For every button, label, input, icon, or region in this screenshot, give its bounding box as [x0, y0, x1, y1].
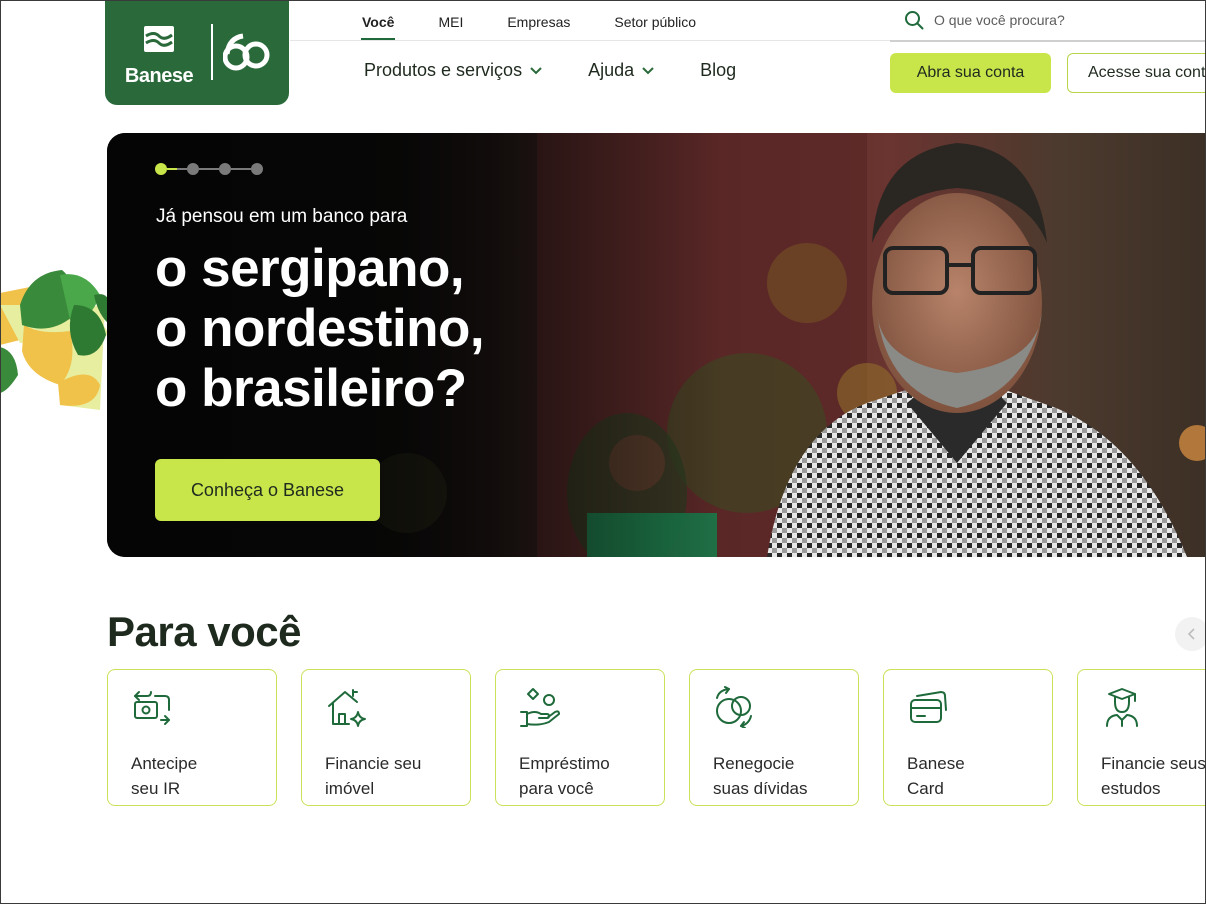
segment-voce[interactable]: Você: [340, 0, 416, 40]
hero-title: o sergipano, o nordestino, o brasileiro?: [155, 239, 485, 419]
hero-subtitle: Já pensou em um banco para: [156, 206, 408, 227]
main-nav: Produtos e serviços Ajuda Blog: [364, 60, 782, 81]
chevron-down-icon: [530, 66, 542, 74]
segment-nav: Você MEI Empresas Setor público: [340, 0, 718, 40]
card-label-line: Antecipe: [131, 754, 198, 773]
slide-connector: [199, 168, 219, 170]
segment-setor-publico[interactable]: Setor público: [592, 0, 718, 40]
card-label: Financie seu imóvel: [325, 751, 470, 801]
search-input[interactable]: O que você procura?: [890, 0, 1206, 42]
card-label-line: Banese: [907, 754, 965, 773]
chevron-down-icon: [642, 66, 654, 74]
nav-ajuda[interactable]: Ajuda: [588, 60, 654, 81]
credit-card-icon: [910, 691, 947, 723]
open-account-button[interactable]: Abra sua conta: [890, 53, 1051, 93]
card-label: Banese Card: [907, 751, 1052, 801]
card-label-line: Financie seu: [325, 754, 422, 773]
logo-divider: [211, 24, 213, 80]
card-label-line: Empréstimo: [519, 754, 610, 773]
card-label: Antecipe seu IR: [131, 751, 276, 801]
money-exchange-icon: [134, 691, 170, 725]
search-placeholder: O que você procura?: [934, 12, 1065, 28]
nav-ajuda-label: Ajuda: [588, 60, 635, 80]
banese-wave-icon: [144, 26, 174, 52]
coins-cycle-icon: [716, 686, 752, 729]
hero-title-line: o brasileiro?: [155, 359, 467, 418]
card-financie-estudos[interactable]: Financie seus estudos: [1077, 669, 1206, 806]
slide-indicator: [155, 163, 263, 175]
segment-empresas[interactable]: Empresas: [485, 0, 592, 40]
logo-brand: Banese: [123, 24, 195, 88]
search-icon: [905, 11, 924, 30]
banese-logo[interactable]: Banese: [105, 0, 289, 105]
card-label-line: para você: [519, 779, 594, 798]
slide-connector: [231, 168, 251, 170]
chevron-left-icon: [1187, 628, 1195, 640]
hero-title-line: o nordestino,: [155, 299, 485, 358]
card-emprestimo[interactable]: Empréstimo para você: [495, 669, 665, 806]
card-label-line: Renegocie: [713, 754, 795, 773]
decorative-leaves: [0, 270, 110, 410]
card-label: Renegocie suas dívidas: [713, 751, 858, 801]
card-antecipe-ir[interactable]: Antecipe seu IR: [107, 669, 277, 806]
card-label-line: seu IR: [131, 779, 181, 798]
card-label-line: Financie seus: [1101, 754, 1206, 773]
nav-produtos-label: Produtos e serviços: [364, 60, 523, 80]
nav-produtos-servicos[interactable]: Produtos e serviços: [364, 60, 542, 81]
slide-dot-3[interactable]: [219, 163, 231, 175]
card-renegocie[interactable]: Renegocie suas dívidas: [689, 669, 859, 806]
slide-dot-4[interactable]: [251, 163, 263, 175]
section-title: Para você: [107, 608, 301, 655]
product-cards: Antecipe seu IR Financie seu imóvel Empr…: [107, 669, 1206, 806]
logo-name: Banese: [124, 65, 194, 87]
card-label-line: estudos: [1101, 779, 1161, 798]
carousel-prev-button[interactable]: [1175, 617, 1206, 651]
card-label: Financie seus estudos: [1101, 751, 1206, 801]
house-sparkle-icon: [328, 689, 366, 727]
card-label-line: suas dívidas: [713, 779, 808, 798]
hero-title-line: o sergipano,: [155, 239, 465, 298]
segment-mei[interactable]: MEI: [416, 0, 485, 40]
slide-dot-2[interactable]: [187, 163, 199, 175]
access-account-button[interactable]: Acesse sua conta: [1067, 53, 1206, 93]
slide-connector: [167, 168, 187, 170]
anniversary-60-icon: [223, 33, 270, 71]
hero-cta-button[interactable]: Conheça o Banese: [155, 459, 380, 521]
card-label-line: imóvel: [325, 779, 375, 798]
nav-blog-label: Blog: [700, 60, 737, 80]
card-banese-card[interactable]: Banese Card: [883, 669, 1053, 806]
hero-banner: Já pensou em um banco para o sergipano, …: [107, 133, 1206, 557]
graduate-icon: [1106, 688, 1138, 727]
card-financie-imovel[interactable]: Financie seu imóvel: [301, 669, 471, 806]
nav-blog[interactable]: Blog: [700, 60, 736, 81]
card-label: Empréstimo para você: [519, 751, 664, 801]
hand-coins-icon: [520, 688, 560, 727]
card-label-line: Card: [907, 779, 944, 798]
slide-dot-1[interactable]: [155, 163, 167, 175]
